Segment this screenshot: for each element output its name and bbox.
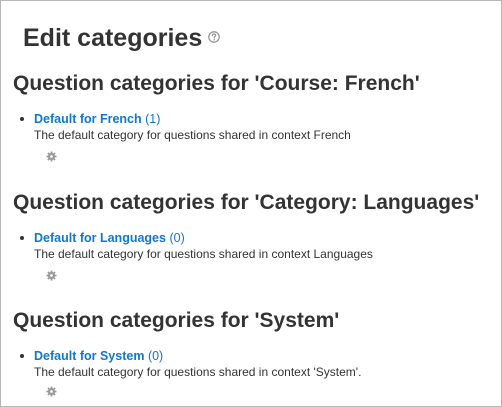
page-title-text: Edit categories bbox=[23, 24, 203, 52]
section-heading: Question categories for 'Category: Langu… bbox=[13, 191, 480, 214]
category-description: The default category for questions share… bbox=[34, 247, 373, 261]
section-heading: Question categories for 'System' bbox=[13, 309, 340, 332]
category-description: The default category for questions share… bbox=[34, 365, 362, 379]
category-section-course-french: Question categories for 'Course: French'… bbox=[13, 71, 497, 162]
bullet bbox=[20, 354, 24, 358]
question-count: (1) bbox=[145, 112, 161, 126]
category-section-category-languages: Question categories for 'Category: Langu… bbox=[13, 190, 497, 281]
category-section-system: Question categories for 'System' Default… bbox=[13, 308, 497, 397]
category-link-default-for-system[interactable]: Default for System bbox=[34, 349, 144, 363]
category-link-default-for-languages[interactable]: Default for Languages bbox=[34, 231, 166, 245]
question-count: (0) bbox=[169, 231, 185, 245]
category-link-default-for-french[interactable]: Default for French bbox=[34, 112, 142, 126]
question-count: (0) bbox=[147, 349, 164, 363]
list-item: Default for System (0) The default categ… bbox=[13, 348, 497, 397]
category-description: The default category for questions share… bbox=[34, 128, 351, 142]
list-item: Default for Languages (0) The default ca… bbox=[13, 230, 497, 281]
bullet bbox=[20, 117, 24, 121]
category-line: Default for French (1) bbox=[34, 111, 497, 127]
category-line: Default for Languages (0) bbox=[34, 230, 497, 246]
page-frame: Edit categories Question categories for … bbox=[0, 0, 502, 407]
gear-icon[interactable] bbox=[46, 386, 57, 397]
page-title: Edit categories bbox=[23, 23, 221, 53]
list-item: Default for French (1) The default categ… bbox=[13, 111, 497, 162]
help-icon[interactable] bbox=[208, 31, 221, 44]
section-heading: Question categories for 'Course: French' bbox=[13, 72, 420, 95]
category-line: Default for System (0) bbox=[34, 348, 497, 364]
bullet bbox=[20, 236, 24, 240]
gear-icon[interactable] bbox=[46, 151, 57, 162]
gear-icon[interactable] bbox=[46, 270, 57, 281]
category-list: Default for Languages (0) The default ca… bbox=[13, 230, 497, 281]
category-list: Default for French (1) The default categ… bbox=[13, 111, 497, 162]
category-list: Default for System (0) The default categ… bbox=[13, 348, 497, 397]
